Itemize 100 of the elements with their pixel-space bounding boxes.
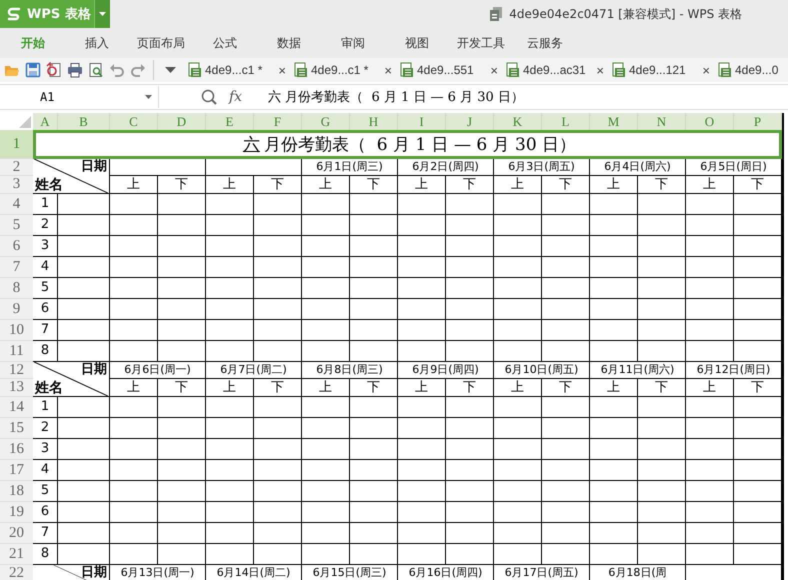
table-cell[interactable] [158, 236, 206, 257]
table-cell[interactable] [110, 341, 158, 362]
table-cell[interactable] [542, 320, 590, 341]
column-header[interactable]: J [446, 113, 494, 130]
export-document-icon[interactable] [46, 62, 62, 78]
table-cell[interactable] [158, 215, 206, 236]
table-cell[interactable] [206, 418, 254, 439]
table-cell[interactable] [590, 236, 638, 257]
table-cell[interactable] [494, 278, 542, 299]
row-header[interactable]: 21 [0, 544, 33, 565]
table-cell[interactable] [686, 341, 734, 362]
document-tab-label[interactable]: 4de9...ac31 [523, 63, 586, 77]
table-cell[interactable] [494, 439, 542, 460]
table-cell[interactable] [206, 257, 254, 278]
document-tab-label[interactable]: 4de9...551 [417, 63, 474, 77]
table-cell[interactable] [58, 299, 110, 320]
table-cell[interactable] [58, 278, 110, 299]
table-cell[interactable] [590, 460, 638, 481]
dropdown-button[interactable] [94, 0, 110, 28]
table-cell[interactable] [110, 299, 158, 320]
table-cell[interactable] [254, 320, 302, 341]
table-cell[interactable] [254, 460, 302, 481]
table-cell[interactable] [302, 236, 350, 257]
row-header[interactable]: 13 [0, 379, 33, 397]
table-cell[interactable] [638, 236, 686, 257]
table-cell[interactable] [302, 397, 350, 418]
table-cell[interactable] [494, 418, 542, 439]
table-cell[interactable] [446, 523, 494, 544]
table-cell[interactable] [446, 278, 494, 299]
table-cell[interactable] [398, 278, 446, 299]
table-cell[interactable] [686, 194, 734, 215]
table-cell[interactable] [110, 439, 158, 460]
table-cell[interactable] [206, 481, 254, 502]
table-cell[interactable] [254, 236, 302, 257]
table-cell[interactable] [254, 257, 302, 278]
table-cell[interactable] [686, 418, 734, 439]
undo-icon[interactable] [109, 62, 125, 78]
table-cell[interactable] [158, 320, 206, 341]
column-header[interactable]: I [398, 113, 446, 130]
row-header[interactable]: 10 [0, 320, 33, 341]
close-button[interactable]: × [594, 62, 606, 78]
table-cell[interactable] [638, 439, 686, 460]
table-cell[interactable] [590, 502, 638, 523]
table-cell[interactable] [158, 460, 206, 481]
table-cell[interactable] [206, 397, 254, 418]
table-cell[interactable] [542, 236, 590, 257]
table-cell[interactable] [350, 397, 398, 418]
table-cell[interactable] [110, 278, 158, 299]
table-cell[interactable] [446, 341, 494, 362]
table-cell[interactable] [446, 439, 494, 460]
table-cell[interactable] [542, 544, 590, 565]
table-cell[interactable] [398, 418, 446, 439]
table-cell[interactable] [686, 544, 734, 565]
table-cell[interactable] [638, 523, 686, 544]
table-cell[interactable] [350, 278, 398, 299]
table-cell[interactable] [686, 460, 734, 481]
table-cell[interactable] [590, 341, 638, 362]
table-cell[interactable] [638, 320, 686, 341]
table-cell[interactable] [58, 544, 110, 565]
table-cell[interactable] [398, 194, 446, 215]
table-cell[interactable] [158, 397, 206, 418]
close-button[interactable]: × [382, 62, 394, 78]
table-cell[interactable] [58, 397, 110, 418]
table-cell[interactable] [590, 194, 638, 215]
table-cell[interactable] [398, 460, 446, 481]
document-tab-label[interactable]: 4de9...c1 * [311, 63, 368, 77]
function-button[interactable]: fx [225, 89, 246, 105]
table-cell[interactable] [350, 418, 398, 439]
table-cell[interactable] [110, 257, 158, 278]
table-cell[interactable] [206, 299, 254, 320]
row-header[interactable]: 11 [0, 341, 33, 362]
table-cell[interactable] [446, 194, 494, 215]
table-cell[interactable] [110, 523, 158, 544]
table-cell[interactable] [494, 460, 542, 481]
row-header[interactable]: 16 [0, 439, 33, 460]
table-cell[interactable] [110, 460, 158, 481]
row-header[interactable]: 1 [0, 130, 33, 159]
table-cell[interactable] [58, 236, 110, 257]
row-header[interactable]: 14 [0, 397, 33, 418]
row-header[interactable]: 17 [0, 460, 33, 481]
close-button[interactable]: × [488, 62, 500, 78]
name-box[interactable]: A1 [0, 86, 159, 108]
save-icon[interactable] [25, 62, 41, 78]
table-cell[interactable] [110, 159, 206, 176]
row-header[interactable]: 18 [0, 481, 33, 502]
row-header[interactable]: 8 [0, 278, 33, 299]
table-cell[interactable] [350, 502, 398, 523]
ribbon-tab[interactable]: 开始 [1, 34, 65, 52]
table-cell[interactable] [206, 460, 254, 481]
table-cell[interactable] [158, 257, 206, 278]
table-cell[interactable] [590, 320, 638, 341]
table-cell[interactable] [158, 418, 206, 439]
table-cell[interactable] [158, 341, 206, 362]
table-cell[interactable] [254, 215, 302, 236]
table-cell[interactable] [542, 418, 590, 439]
table-cell[interactable] [254, 544, 302, 565]
table-cell[interactable] [302, 215, 350, 236]
table-cell[interactable] [686, 481, 734, 502]
table-cell[interactable] [638, 194, 686, 215]
table-cell[interactable] [302, 523, 350, 544]
